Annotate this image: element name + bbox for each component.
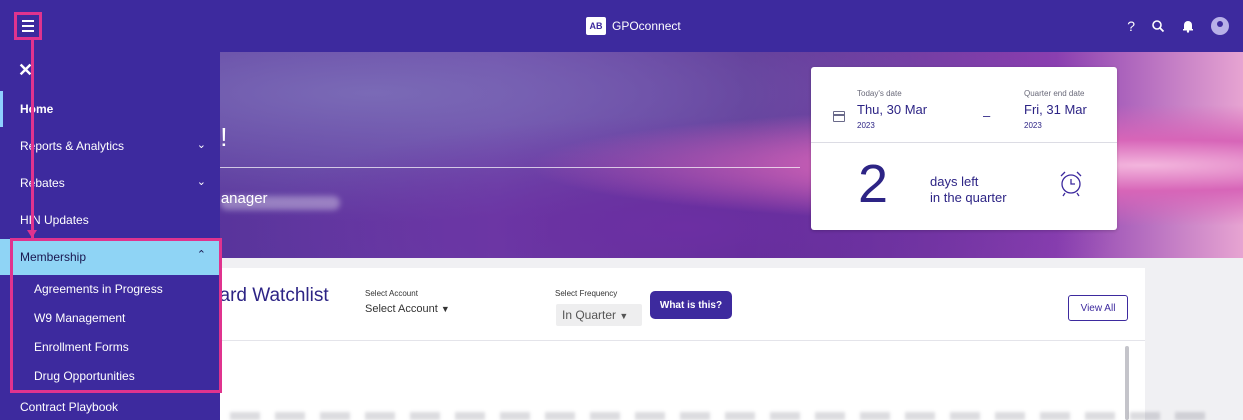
top-bar: AB GPOconnect ? bbox=[0, 0, 1243, 52]
view-all-button[interactable]: View All bbox=[1068, 295, 1128, 321]
watchlist-title: card Watchlist bbox=[210, 285, 329, 306]
sidebar-item-label: Home bbox=[20, 102, 54, 116]
card-divider bbox=[811, 142, 1117, 143]
quarter-date-card: Today's date Thu, 30 Mar 2023 – Quarter … bbox=[811, 67, 1117, 230]
search-icon[interactable] bbox=[1151, 19, 1165, 33]
frequency-select-value: In Quarter bbox=[562, 308, 617, 322]
sidebar-item-label: Rebates bbox=[20, 176, 65, 190]
blurred-table-row bbox=[230, 412, 1220, 420]
quarter-end-value: Fri, 31 Mar bbox=[1024, 102, 1087, 117]
help-icon[interactable]: ? bbox=[1127, 16, 1135, 36]
hamburger-menu-icon[interactable] bbox=[14, 12, 42, 40]
chevron-down-icon: ⌄ bbox=[196, 176, 206, 188]
sidebar-item-contract-playbook[interactable]: Contract Playbook bbox=[20, 400, 118, 414]
account-select[interactable]: Select Account ▼ bbox=[365, 303, 450, 315]
caret-down-icon: ▼ bbox=[619, 311, 629, 321]
quarter-end-label: Quarter end date bbox=[1024, 89, 1085, 98]
today-year: 2023 bbox=[857, 121, 875, 130]
date-separator: – bbox=[983, 108, 991, 123]
brand: AB GPOconnect bbox=[586, 17, 681, 35]
quarter-end-year: 2023 bbox=[1024, 121, 1042, 130]
alarm-clock-icon bbox=[1060, 171, 1082, 197]
today-label: Today's date bbox=[857, 89, 902, 98]
watchlist-panel: card Watchlist Select Account Select Acc… bbox=[200, 268, 1145, 420]
days-left-line2: in the quarter bbox=[930, 190, 1007, 205]
app-root: st! t Manager Today's date Thu, 30 Mar 2… bbox=[0, 0, 1243, 420]
user-avatar-icon[interactable] bbox=[1211, 17, 1229, 35]
bell-icon[interactable] bbox=[1181, 19, 1195, 33]
blurred-user-name bbox=[220, 196, 340, 210]
days-left-number: 2 bbox=[858, 154, 889, 214]
today-value: Thu, 30 Mar bbox=[857, 102, 928, 117]
hero-divider bbox=[200, 167, 800, 168]
chevron-down-icon: ⌄ bbox=[196, 139, 206, 151]
brand-name: GPOconnect bbox=[612, 19, 681, 33]
caret-down-icon: ▼ bbox=[440, 304, 450, 314]
days-left-line1: days left bbox=[930, 174, 979, 189]
brand-logo: AB bbox=[586, 17, 606, 35]
sidebar-item-label: Reports & Analytics bbox=[20, 139, 125, 153]
top-icons: ? bbox=[1127, 16, 1229, 36]
frequency-select[interactable]: In Quarter ▼ bbox=[556, 304, 642, 326]
scrollbar[interactable] bbox=[1125, 346, 1129, 420]
annotation-arrow-head bbox=[27, 230, 37, 238]
days-left-text: days left in the quarter bbox=[930, 174, 1007, 206]
panel-divider bbox=[200, 340, 1145, 341]
calendar-icon bbox=[833, 111, 845, 122]
frequency-select-label: Select Frequency bbox=[555, 289, 618, 298]
account-select-value: Select Account bbox=[365, 303, 438, 315]
annotation-arrow bbox=[31, 40, 34, 238]
annotation-highlight-box bbox=[10, 238, 222, 393]
account-select-label: Select Account bbox=[365, 289, 418, 298]
what-is-this-button[interactable]: What is this? bbox=[650, 291, 732, 319]
